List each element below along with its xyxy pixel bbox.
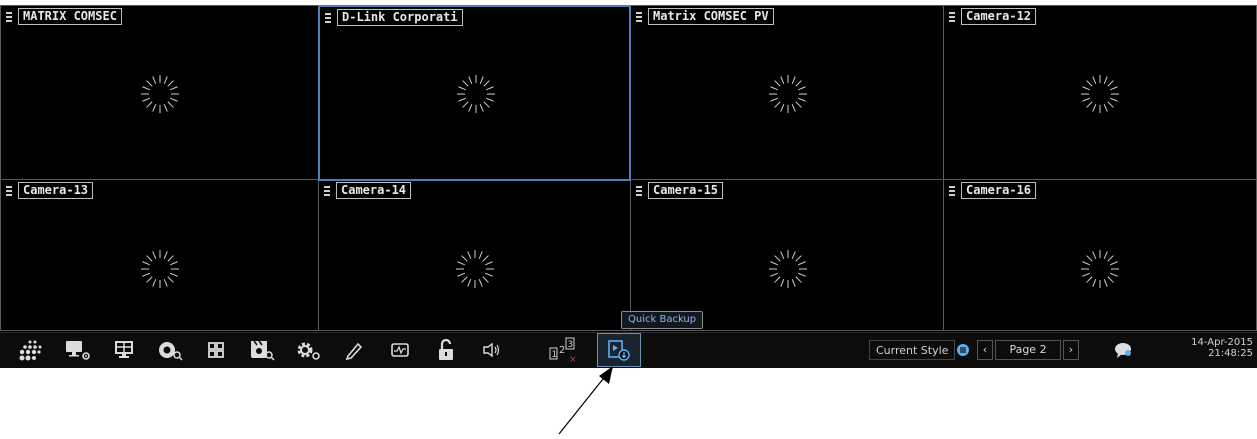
camera-tile-8[interactable]: Camera-16 — [943, 179, 1257, 331]
camera-label-6: Camera-14 — [324, 182, 412, 199]
quick-backup-icon — [608, 340, 630, 361]
menu-icon[interactable] — [6, 11, 12, 22]
loading-spinner-icon — [141, 75, 179, 113]
speaker-icon — [483, 342, 500, 358]
loading-spinner-icon — [1081, 75, 1119, 113]
camera-tile-5[interactable]: Camera-13 — [0, 179, 319, 331]
camera-label-1: MATRIX COMSEC — [6, 8, 122, 25]
menu-icon[interactable] — [949, 11, 955, 22]
main-menu-button[interactable] — [10, 333, 50, 367]
event-search-button[interactable] — [242, 333, 282, 367]
settings-icon — [297, 342, 320, 360]
date-time-display: 14-Apr-2015 21:48:25 — [1191, 337, 1253, 359]
svg-text:2: 2 — [559, 345, 565, 356]
unlock-icon — [439, 338, 453, 360]
menu-icon[interactable] — [324, 185, 330, 196]
display-button[interactable] — [104, 333, 144, 367]
waveform-icon — [391, 343, 409, 357]
camera-title: Camera-15 — [648, 182, 724, 199]
camera-tile-1[interactable]: MATRIX COMSEC — [0, 5, 319, 180]
camera-label-5: Camera-13 — [6, 182, 94, 199]
event-search-icon — [251, 340, 275, 361]
camera-title: Camera-16 — [961, 182, 1037, 199]
settings-button[interactable] — [288, 333, 328, 367]
camera-label-8: Camera-16 — [949, 182, 1037, 199]
lock-button[interactable] — [426, 333, 466, 367]
audio-button[interactable] — [472, 333, 512, 367]
camera-tile-3[interactable]: Matrix COMSEC PV — [630, 5, 944, 180]
loading-spinner-icon — [769, 75, 807, 113]
menu-icon[interactable] — [949, 185, 955, 196]
camera-tile-6[interactable]: Camera-14 — [318, 179, 631, 331]
camera-title: Camera-12 — [961, 8, 1037, 25]
display-settings-button[interactable] — [58, 333, 98, 367]
chevron-right-icon: › — [1068, 343, 1074, 356]
current-style-button[interactable]: Current Style — [869, 340, 956, 360]
display-icon — [115, 341, 133, 358]
menu-icon[interactable] — [636, 185, 642, 196]
camera-title: Matrix COMSEC PV — [648, 8, 774, 25]
page-indicator: Page 2 — [995, 340, 1061, 360]
camera-tile-7[interactable]: Camera-15 — [630, 179, 944, 331]
camera-title: Camera-13 — [18, 182, 94, 199]
menu-icon[interactable] — [6, 185, 12, 196]
list-circle-icon — [957, 344, 969, 356]
camera-label-3: Matrix COMSEC PV — [636, 8, 774, 25]
chat-button[interactable] — [1105, 333, 1141, 367]
svg-text:3: 3 — [568, 340, 574, 350]
date-text: 14-Apr-2015 — [1191, 337, 1253, 348]
next-page-button[interactable]: › — [1063, 340, 1079, 360]
loading-spinner-icon — [457, 75, 495, 113]
chevron-left-icon: ‹ — [982, 343, 988, 356]
grid-dots-icon — [19, 340, 42, 361]
loading-spinner-icon — [769, 250, 807, 288]
chat-icon — [1115, 343, 1131, 358]
layout-icon — [208, 342, 224, 358]
search-camera-icon — [159, 342, 183, 361]
camera-label-2: D-Link Corporati — [325, 9, 463, 26]
camera-search-button[interactable] — [150, 333, 190, 367]
camera-title: MATRIX COMSEC — [18, 8, 122, 25]
svg-text:1: 1 — [552, 350, 558, 360]
camera-title: D-Link Corporati — [337, 9, 463, 26]
system-status-button[interactable] — [380, 333, 420, 367]
bottom-toolbar: 1 2 3 × Current Style ‹ Page 2 › 14-Apr-… — [0, 332, 1257, 368]
camera-label-4: Camera-12 — [949, 8, 1037, 25]
annotate-button[interactable] — [334, 333, 374, 367]
style-list-button[interactable] — [953, 333, 973, 367]
layout-button[interactable] — [196, 333, 236, 367]
camera-label-7: Camera-15 — [636, 182, 724, 199]
loading-spinner-icon — [456, 250, 494, 288]
camera-tile-2[interactable]: D-Link Corporati — [318, 5, 631, 181]
time-text: 21:48:25 — [1208, 348, 1253, 359]
quick-backup-tooltip: Quick Backup — [621, 311, 704, 329]
pen-icon — [345, 342, 363, 361]
menu-icon[interactable] — [636, 11, 642, 22]
previous-page-button[interactable]: ‹ — [977, 340, 993, 360]
loading-spinner-icon — [141, 250, 179, 288]
camera-tile-4[interactable]: Camera-12 — [943, 5, 1257, 180]
annotation-arrow — [558, 366, 613, 435]
monitor-settings-icon — [66, 341, 90, 360]
loading-spinner-icon — [1081, 250, 1119, 288]
camera-grid: MATRIX COMSEC D-Link Corporati Matrix CO… — [0, 5, 1257, 331]
camera-title: Camera-14 — [336, 182, 412, 199]
menu-icon[interactable] — [325, 12, 331, 23]
nvr-live-view: MATRIX COMSEC D-Link Corporati Matrix CO… — [0, 5, 1257, 368]
sequence-icon: 1 2 3 × — [549, 337, 577, 364]
